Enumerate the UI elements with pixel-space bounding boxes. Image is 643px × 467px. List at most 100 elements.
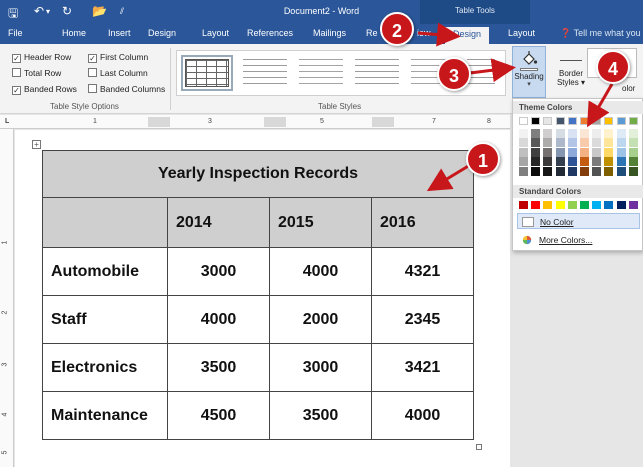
inspection-table[interactable]: Yearly Inspection Records 2014 2015 2016… [42,150,474,440]
tab-design[interactable]: Design [148,28,176,38]
theme-color-shade-swatch[interactable] [628,138,638,148]
table-cell[interactable] [42,197,168,248]
tab-references[interactable]: References [247,28,293,38]
theme-color-shade-swatch[interactable] [628,129,638,138]
theme-color-shade-swatch[interactable] [580,147,589,157]
theme-color-shade-swatch[interactable] [604,147,614,157]
table-cell[interactable]: 4000 [269,247,372,296]
tab-file[interactable]: File [8,28,23,38]
border-styles-button[interactable]: Border Styles ▾ [553,48,589,87]
standard-color-swatch[interactable] [543,201,553,209]
standard-color-swatch[interactable] [580,201,589,209]
theme-color-swatch[interactable] [628,117,638,125]
theme-color-shade-swatch[interactable] [567,129,577,138]
table-style-plain-1[interactable] [239,55,291,91]
theme-color-shade-swatch[interactable] [592,138,602,148]
theme-color-shade-swatch[interactable] [580,157,589,167]
theme-color-shade-swatch[interactable] [519,157,528,167]
theme-color-shade-swatch[interactable] [519,147,528,157]
table-cell[interactable]: 4321 [371,247,474,296]
column-marker[interactable] [372,117,394,127]
table-header-cell[interactable]: 2016 [371,197,474,248]
theme-color-shade-swatch[interactable] [543,157,553,167]
theme-color-shade-swatch[interactable] [567,147,577,157]
theme-color-shade-swatch[interactable] [555,157,565,167]
tab-review[interactable]: Re [366,28,378,38]
option-last-column[interactable]: Last Column [88,68,148,78]
theme-color-swatch[interactable] [519,117,528,125]
option-total-row[interactable]: Total Row [12,68,61,78]
theme-color-shade-swatch[interactable] [616,166,626,176]
option-first-column[interactable]: ✓ First Column [88,52,148,63]
column-marker[interactable] [264,117,286,127]
theme-color-shade-swatch[interactable] [555,166,565,176]
theme-color-shade-swatch[interactable] [531,147,541,157]
table-row-label[interactable]: Electronics [42,343,168,392]
tab-layout[interactable]: Layout [202,28,229,38]
theme-color-swatch[interactable] [592,117,602,125]
theme-color-shade-swatch[interactable] [543,138,553,148]
tab-insert[interactable]: Insert [108,28,131,38]
theme-color-swatch[interactable] [616,117,626,125]
theme-color-shade-swatch[interactable] [604,166,614,176]
theme-color-shade-swatch[interactable] [604,157,614,167]
table-row-label[interactable]: Maintenance [42,391,168,440]
theme-color-shade-swatch[interactable] [543,147,553,157]
column-marker[interactable] [148,117,170,127]
horizontal-ruler[interactable]: L 1 2 3 4 5 6 7 8 [0,115,510,129]
theme-color-shade-swatch[interactable] [604,129,614,138]
table-cell[interactable]: 3000 [167,247,270,296]
theme-color-swatch[interactable] [531,117,541,125]
vertical-ruler[interactable]: 1 2 3 4 5 [0,129,14,467]
theme-color-shade-swatch[interactable] [616,138,626,148]
standard-color-swatch[interactable] [604,201,614,209]
table-row-label[interactable]: Staff [42,295,168,344]
table-cell[interactable]: 4500 [167,391,270,440]
theme-color-shade-swatch[interactable] [592,166,602,176]
option-banded-columns[interactable]: Banded Columns [88,84,165,94]
theme-color-shade-swatch[interactable] [531,138,541,148]
table-header-cell[interactable]: 2015 [269,197,372,248]
table-move-handle-icon[interactable]: + [32,140,41,149]
theme-color-shade-swatch[interactable] [567,157,577,167]
theme-color-shade-swatch[interactable] [519,138,528,148]
theme-color-shade-swatch[interactable] [628,147,638,157]
tab-table-layout[interactable]: Layout [508,28,535,38]
theme-color-swatch[interactable] [580,117,589,125]
theme-color-shade-swatch[interactable] [616,157,626,167]
theme-color-shade-swatch[interactable] [555,147,565,157]
theme-color-shade-swatch[interactable] [628,166,638,176]
table-resize-handle[interactable] [476,444,482,450]
theme-color-shade-swatch[interactable] [592,147,602,157]
theme-color-shade-swatch[interactable] [604,138,614,148]
table-style-plain-3[interactable] [351,55,403,91]
option-header-row[interactable]: ✓ Header Row [12,52,71,63]
theme-color-shade-swatch[interactable] [555,138,565,148]
standard-color-swatch[interactable] [628,201,638,209]
theme-color-swatch[interactable] [555,117,565,125]
standard-color-swatch[interactable] [531,201,541,209]
tab-table-design[interactable]: Design [445,27,490,44]
standard-color-swatch[interactable] [592,201,602,209]
theme-color-shade-swatch[interactable] [580,129,589,138]
theme-color-shade-swatch[interactable] [519,129,528,138]
table-cell[interactable]: 3500 [269,391,372,440]
table-cell[interactable]: 2345 [371,295,474,344]
shading-button[interactable]: Shading ▾ [512,46,546,98]
theme-color-shade-swatch[interactable] [519,166,528,176]
theme-color-swatch[interactable] [567,117,577,125]
tab-home[interactable]: Home [62,28,86,38]
theme-color-shade-swatch[interactable] [531,129,541,138]
table-cell[interactable]: 3000 [269,343,372,392]
theme-color-shade-swatch[interactable] [580,166,589,176]
theme-color-swatch[interactable] [604,117,614,125]
standard-color-swatch[interactable] [616,201,626,209]
tab-mailings[interactable]: Mailings [313,28,346,38]
table-row-label[interactable]: Automobile [42,247,168,296]
theme-color-shade-swatch[interactable] [567,166,577,176]
table-cell[interactable]: 3500 [167,343,270,392]
theme-color-shade-swatch[interactable] [592,129,602,138]
theme-color-shade-swatch[interactable] [580,138,589,148]
table-style-plain-2[interactable] [295,55,347,91]
table-cell[interactable]: 2000 [269,295,372,344]
